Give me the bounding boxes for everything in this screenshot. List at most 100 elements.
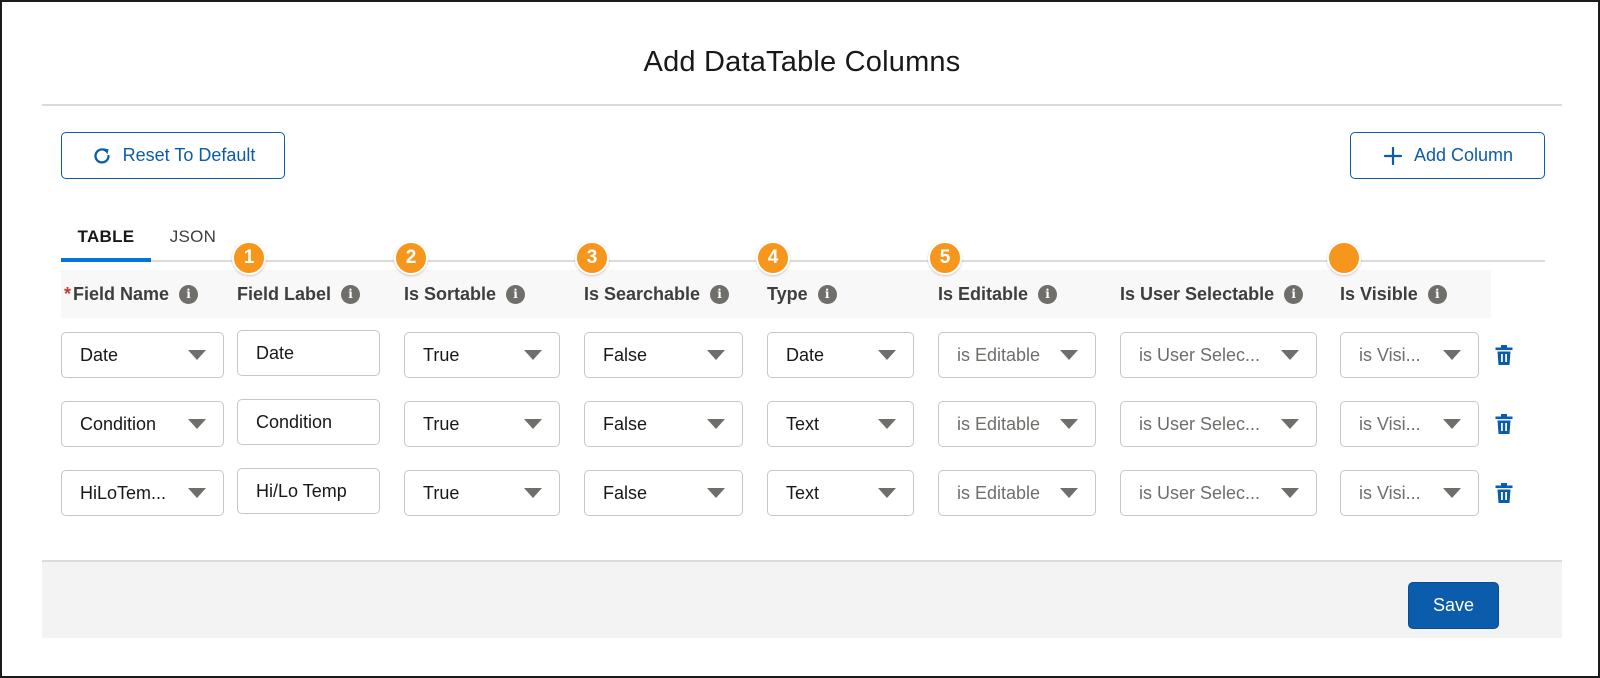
field-label-input[interactable]: Date (237, 330, 380, 376)
chevron-down-icon (707, 488, 725, 498)
chevron-down-icon (1443, 488, 1461, 498)
info-icon[interactable]: i (1038, 284, 1058, 304)
field-label-value: Date (256, 342, 295, 363)
is-sortable-select[interactable]: True (404, 401, 560, 447)
screenshot-frame: Add DataTable Columns Reset To Default A… (0, 0, 1600, 678)
is-searchable-select[interactable]: False (584, 332, 743, 378)
column-header-is-editable: Is Editable i (938, 282, 1058, 306)
tab-bar-divider (61, 260, 1545, 262)
is-sortable-value: True (423, 482, 460, 503)
is-user-selectable-select[interactable]: is User Selec... (1120, 470, 1317, 516)
is-searchable-value: False (603, 344, 648, 365)
column-header-label: Is Editable (938, 283, 1029, 304)
is-searchable-select[interactable]: False (584, 401, 743, 447)
type-value: Text (786, 413, 820, 434)
tab-json[interactable]: JSON (157, 212, 229, 262)
chevron-down-icon (524, 419, 542, 429)
column-header-label: Is Searchable (584, 283, 701, 304)
column-header-is-user-selectable: Is User Selectable i (1120, 282, 1304, 306)
callout-badge-5: 5 (928, 241, 962, 275)
type-select[interactable]: Text (767, 470, 914, 516)
chevron-down-icon (188, 350, 206, 360)
tab-table[interactable]: TABLE (61, 212, 151, 262)
column-header-is-visible: Is Visible i (1340, 282, 1447, 306)
callout-badge-3: 3 (575, 241, 609, 275)
is-visible-select[interactable]: is Visi... (1340, 470, 1479, 516)
is-editable-placeholder: is Editable (957, 413, 1041, 434)
column-header-field-label: Field Label i (237, 282, 361, 306)
is-editable-select[interactable]: is Editable (938, 332, 1096, 378)
info-icon[interactable]: i (341, 284, 361, 304)
chevron-down-icon (1443, 419, 1461, 429)
chevron-down-icon (524, 350, 542, 360)
chevron-down-icon (1060, 488, 1078, 498)
field-name-value: Date (80, 344, 119, 365)
tab-bar: TABLE JSON (61, 212, 1545, 262)
is-visible-placeholder: is Visi... (1359, 482, 1421, 503)
info-icon[interactable]: i (179, 284, 199, 304)
column-header-label: Is Sortable (404, 283, 497, 304)
column-header-label: Type (767, 283, 808, 304)
callout-badge-4: 4 (756, 241, 790, 275)
chevron-down-icon (524, 488, 542, 498)
field-name-value: HiLoTem... (80, 482, 167, 503)
trash-icon[interactable] (1494, 344, 1514, 366)
add-column-button[interactable]: Add Column (1350, 132, 1545, 179)
reset-to-default-button[interactable]: Reset To Default (61, 132, 285, 179)
column-header-field-name: * Field Name i (64, 282, 199, 306)
field-name-select[interactable]: Condition (61, 401, 224, 447)
info-icon[interactable]: i (1284, 284, 1304, 304)
field-label-input[interactable]: Hi/Lo Temp (237, 468, 380, 514)
is-sortable-select[interactable]: True (404, 332, 560, 378)
is-visible-placeholder: is Visi... (1359, 344, 1421, 365)
info-icon[interactable]: i (1427, 284, 1447, 304)
is-sortable-value: True (423, 344, 460, 365)
is-editable-select[interactable]: is Editable (938, 470, 1096, 516)
callout-badge-6 (1327, 241, 1361, 275)
chevron-down-icon (1281, 419, 1299, 429)
trash-icon[interactable] (1494, 413, 1514, 435)
reset-to-default-label: Reset To Default (122, 145, 256, 165)
info-icon[interactable]: i (506, 284, 526, 304)
is-user-selectable-placeholder: is User Selec... (1139, 482, 1261, 503)
field-name-select[interactable]: Date (61, 332, 224, 378)
column-header-is-searchable: Is Searchable i (584, 282, 730, 306)
chevron-down-icon (1060, 419, 1078, 429)
chevron-down-icon (1443, 350, 1461, 360)
is-editable-select[interactable]: is Editable (938, 401, 1096, 447)
info-icon[interactable]: i (710, 284, 730, 304)
is-sortable-select[interactable]: True (404, 470, 560, 516)
chevron-down-icon (878, 419, 896, 429)
add-datatable-columns-modal: Add DataTable Columns Reset To Default A… (42, 2, 1562, 652)
chevron-down-icon (1060, 350, 1078, 360)
is-user-selectable-select[interactable]: is User Selec... (1120, 401, 1317, 447)
is-user-selectable-placeholder: is User Selec... (1139, 413, 1261, 434)
modal-title: Add DataTable Columns (643, 46, 961, 78)
chevron-down-icon (1281, 488, 1299, 498)
callout-badge-1: 1 (232, 241, 266, 275)
required-marker: * (64, 283, 72, 304)
plus-icon (1382, 145, 1404, 167)
field-label-input[interactable]: Condition (237, 399, 380, 445)
refresh-icon (91, 145, 113, 167)
info-icon[interactable]: i (817, 284, 837, 304)
header-divider (42, 104, 1562, 106)
add-column-label: Add Column (1413, 145, 1514, 165)
modal-footer: Save (42, 560, 1562, 638)
type-select[interactable]: Text (767, 401, 914, 447)
is-searchable-value: False (603, 482, 648, 503)
is-searchable-select[interactable]: False (584, 470, 743, 516)
is-visible-select[interactable]: is Visi... (1340, 401, 1479, 447)
column-header-label: Is Visible (1340, 283, 1418, 304)
is-user-selectable-select[interactable]: is User Selec... (1120, 332, 1317, 378)
chevron-down-icon (878, 488, 896, 498)
column-header-label: Is User Selectable (1120, 283, 1275, 304)
save-button[interactable]: Save (1408, 582, 1499, 629)
type-select[interactable]: Date (767, 332, 914, 378)
trash-icon[interactable] (1494, 482, 1514, 504)
field-label-value: Condition (256, 411, 333, 432)
is-visible-select[interactable]: is Visi... (1340, 332, 1479, 378)
chevron-down-icon (1281, 350, 1299, 360)
field-name-select[interactable]: HiLoTem... (61, 470, 224, 516)
type-value: Text (786, 482, 820, 503)
